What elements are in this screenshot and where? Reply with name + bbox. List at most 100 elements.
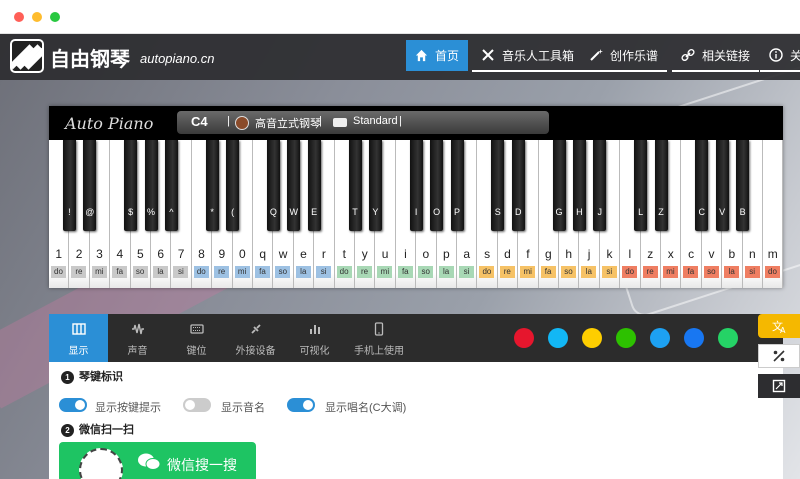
white-key-label: 9 (218, 247, 226, 261)
black-key[interactable]: H (572, 140, 586, 231)
white-key-label: y (361, 247, 368, 261)
black-key[interactable]: P (450, 140, 464, 231)
weibo-icon[interactable] (514, 328, 534, 348)
black-key[interactable]: S (491, 140, 505, 231)
nav-home[interactable]: 首页 (406, 40, 469, 71)
white-key[interactable]: m do (763, 140, 784, 288)
black-key-label: P (453, 207, 460, 217)
plug-icon (250, 324, 261, 334)
tab-piano[interactable]: 显示 (49, 314, 108, 362)
black-key[interactable]: E (307, 140, 321, 231)
solfege-badge: so (561, 266, 576, 278)
solfege-badge: si (316, 266, 332, 278)
white-key-label: r (321, 247, 326, 261)
nav-toolbox[interactable]: 音乐人工具箱 (472, 40, 584, 72)
settings-tabs: 显示 声音 键位 外接设备 可视化 手机上使用 (49, 314, 783, 362)
facebook-icon[interactable] (684, 328, 704, 348)
section-title: 微信扫一扫 (79, 424, 134, 436)
wechat-icon[interactable] (616, 328, 636, 348)
solfege-badge: do (193, 266, 209, 278)
black-key-label: C (698, 207, 706, 217)
fullscreen-button[interactable] (758, 374, 800, 398)
black-key-label: ! (68, 207, 71, 217)
black-key[interactable]: * (205, 140, 219, 231)
white-key-label: b (728, 247, 736, 261)
black-key[interactable]: $ (124, 140, 138, 231)
black-key-label: Q (269, 207, 277, 217)
black-key[interactable]: I (409, 140, 423, 231)
keyboard-mode[interactable]: Standard (353, 115, 398, 127)
black-key[interactable]: Q (266, 140, 280, 231)
tab-plug[interactable]: 外接设备 (226, 314, 285, 362)
qq-icon[interactable] (548, 328, 568, 348)
toggle-note-names[interactable] (183, 398, 211, 412)
black-key[interactable]: O (430, 140, 444, 231)
tab-phone[interactable]: 手机上使用 (344, 314, 414, 362)
tab-waveform[interactable]: 声音 (108, 314, 167, 362)
solfege-badge: fa (397, 266, 413, 278)
black-key[interactable]: W (287, 140, 301, 231)
link-icon (681, 48, 695, 62)
black-key-label: I (414, 207, 418, 217)
wechat-search-label: 微信搜一搜 (167, 457, 237, 473)
solfege-badge: fa (112, 266, 128, 278)
maximize-window-dot[interactable] (50, 12, 60, 22)
white-key-label: k (606, 247, 613, 261)
solfege-badge: re (71, 266, 87, 278)
black-key[interactable]: L (634, 140, 648, 231)
white-key-label: 1 (55, 247, 63, 261)
site-logo-icon[interactable] (10, 39, 44, 73)
nav-label: 关 (790, 47, 800, 64)
close-window-dot[interactable] (14, 12, 24, 22)
black-key-label: V (719, 207, 726, 217)
black-key[interactable]: Y (368, 140, 382, 231)
autopiano-script-logo: Auto Piano (65, 114, 154, 133)
section-title: 琴键标识 (79, 371, 123, 383)
solfege-badge: so (703, 266, 719, 278)
tab-bar-chart[interactable]: 可视化 (285, 314, 344, 362)
black-key[interactable]: B (736, 140, 750, 231)
white-key-label: z (647, 247, 654, 261)
site-name[interactable]: 自由钢琴 (50, 43, 130, 72)
nav-compose[interactable]: 创作乐谱 (580, 40, 668, 72)
simplified-traditional-button[interactable] (758, 344, 800, 368)
black-key[interactable]: C (695, 140, 709, 231)
black-key[interactable]: V (715, 140, 729, 231)
black-key[interactable]: D (511, 140, 525, 231)
black-key-label: @ (85, 207, 95, 217)
black-key[interactable]: ( (226, 140, 240, 231)
white-key-label: t (342, 247, 346, 261)
twitter-icon[interactable] (650, 328, 670, 348)
section-number: 1 (61, 370, 74, 384)
black-key[interactable]: Z (654, 140, 668, 231)
black-key[interactable]: T (348, 140, 362, 231)
solfege-badge: do (479, 266, 495, 278)
black-key-label: G (555, 207, 563, 217)
solfege-badge: mi (377, 266, 393, 278)
separator: | (227, 115, 230, 127)
black-key[interactable]: G (552, 140, 566, 231)
nav-links[interactable]: 相关链接 (672, 40, 760, 72)
black-key[interactable]: ! (62, 140, 76, 231)
magic-wand-icon (590, 49, 603, 61)
translate-button[interactable]: 文A (758, 314, 800, 338)
toggle-label: 显示按键提示 (95, 402, 161, 414)
tab-keyboard[interactable]: 键位 (167, 314, 226, 362)
solfege-badge: re (642, 266, 658, 278)
black-key[interactable]: ^ (164, 140, 178, 231)
white-key-label: n (748, 247, 756, 261)
black-key[interactable]: J (593, 140, 607, 231)
nav-about[interactable]: 关 (760, 40, 800, 72)
solfege-badge: do (765, 266, 780, 278)
current-note[interactable]: C4 (191, 114, 208, 129)
wechat-search-card[interactable]: 微信搜一搜 (59, 442, 256, 479)
whatsapp-icon[interactable] (718, 328, 738, 348)
minimize-window-dot[interactable] (32, 12, 42, 22)
qzone-icon[interactable] (582, 328, 602, 348)
toggle-solfege[interactable] (287, 398, 315, 412)
toggle-key-hints[interactable] (59, 398, 87, 412)
solfege-badge: si (601, 266, 617, 278)
instrument-name[interactable]: 高音立式钢琴 (255, 115, 321, 131)
black-key[interactable]: % (144, 140, 158, 231)
black-key[interactable]: @ (83, 140, 97, 231)
